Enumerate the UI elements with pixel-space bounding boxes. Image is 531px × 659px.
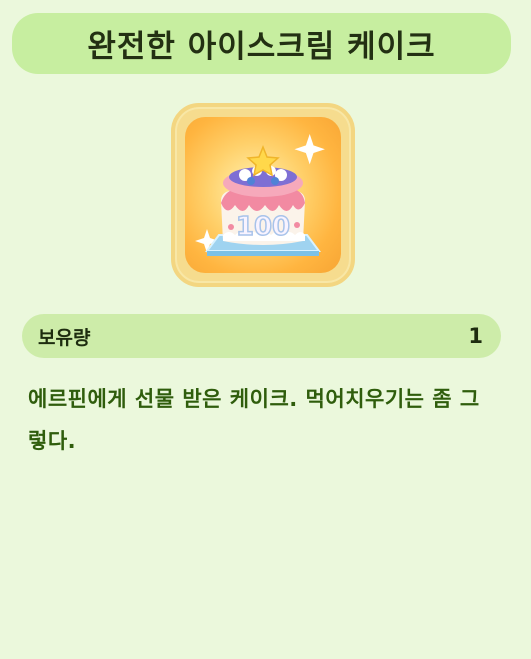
item-title: 완전한 아이스크림 케이크 bbox=[87, 29, 436, 65]
quantity-value: 1 bbox=[468, 324, 483, 348]
quantity-bar: 보유량 1 bbox=[22, 314, 501, 358]
ice-cream-cake-icon: 100 bbox=[195, 134, 325, 256]
item-title-bar: 완전한 아이스크림 케이크 bbox=[12, 13, 511, 74]
sparkle-icon bbox=[294, 134, 325, 165]
item-icon-background: 100 bbox=[185, 117, 341, 273]
item-description: 에르핀에게 선물 받은 케이크. 먹어치우기는 좀 그렇다. bbox=[28, 387, 480, 453]
quantity-label: 보유량 bbox=[38, 326, 91, 349]
cake-badge-text: 100 bbox=[236, 212, 290, 242]
item-icon-frame: 100 bbox=[171, 103, 355, 287]
